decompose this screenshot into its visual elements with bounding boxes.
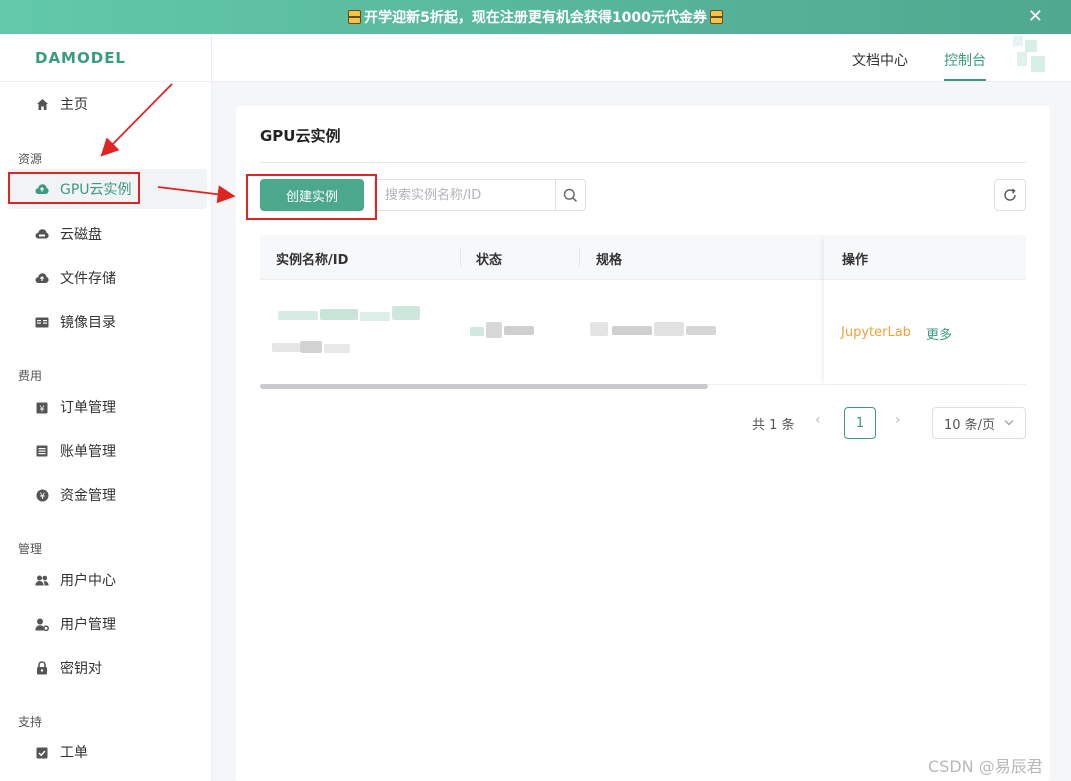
watermark: CSDN @易辰君	[928, 757, 1043, 776]
annotation-arrow	[100, 83, 173, 157]
annotation-arrow	[157, 185, 236, 204]
annotation-arrows	[100, 83, 236, 204]
